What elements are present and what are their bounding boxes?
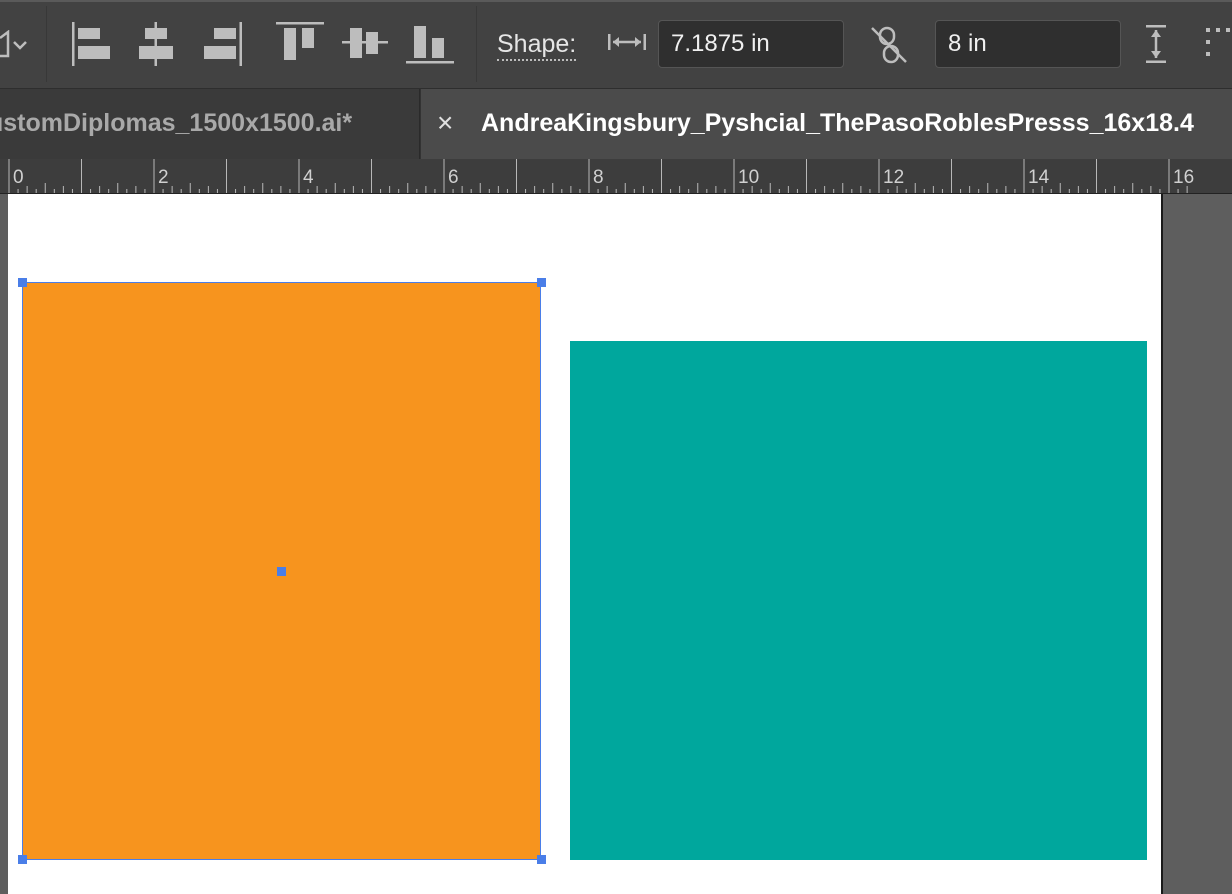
selection-handle-top-left[interactable] — [18, 278, 27, 287]
ruler-label: 4 — [303, 167, 314, 188]
tab-label: ustomDiplomas_1500x1500.ai* — [0, 109, 353, 137]
align-right-icon[interactable] — [202, 22, 244, 66]
document-tab-bar: ustomDiplomas_1500x1500.ai* × AndreaKing… — [0, 89, 1232, 159]
control-bar-top-edge — [0, 0, 1232, 2]
selection-handle-bottom-left[interactable] — [18, 855, 27, 864]
unlink-proportions-icon[interactable] — [868, 24, 910, 66]
selection-handle-top-right[interactable] — [537, 278, 546, 287]
toolbar-divider — [476, 6, 477, 82]
shape-dropdown-icon[interactable] — [0, 30, 34, 60]
tab-andrea-kingsbury[interactable]: × AndreaKingsbury_Pyshcial_ThePasoRobles… — [421, 89, 1232, 159]
ruler-label: 14 — [1028, 167, 1050, 188]
ruler-label: 16 — [1173, 167, 1194, 188]
align-horizontal-center-icon[interactable] — [138, 22, 174, 66]
align-vertical-center-icon[interactable] — [342, 22, 388, 62]
width-field[interactable] — [658, 20, 844, 68]
ruler-label: 0 — [13, 167, 24, 188]
height-field[interactable] — [935, 20, 1121, 68]
selection-handle-bottom-right[interactable] — [537, 855, 546, 864]
tab-label: AndreaKingsbury_Pyshcial_ThePasoRoblesPr… — [481, 109, 1194, 137]
toolbar-divider — [46, 6, 47, 82]
ruler-label: 2 — [158, 167, 169, 188]
ruler-label: 6 — [448, 167, 459, 188]
control-bar: Shape: — [0, 0, 1232, 89]
horizontal-ruler[interactable]: 0 2 4 6 8 10 12 14 16 — [0, 159, 1232, 194]
ruler-label: 10 — [738, 167, 759, 188]
tab-custom-diplomas[interactable]: ustomDiplomas_1500x1500.ai* — [0, 89, 420, 159]
width-arrow-icon — [607, 32, 647, 52]
align-left-icon[interactable] — [70, 22, 112, 66]
ruler-label: 8 — [593, 167, 604, 188]
align-bottom-icon[interactable] — [406, 22, 454, 64]
selection-center-point — [277, 567, 286, 576]
align-top-icon[interactable] — [276, 22, 324, 62]
close-icon[interactable]: × — [437, 89, 453, 157]
more-options-icon[interactable] — [1204, 26, 1232, 60]
ruler-label: 12 — [883, 167, 904, 188]
shape-label[interactable]: Shape: — [497, 30, 577, 61]
ruler-ticks: 0 2 4 6 8 10 12 14 16 — [8, 159, 1194, 193]
teal-rectangle[interactable] — [570, 341, 1147, 860]
height-arrow-icon — [1144, 24, 1168, 64]
